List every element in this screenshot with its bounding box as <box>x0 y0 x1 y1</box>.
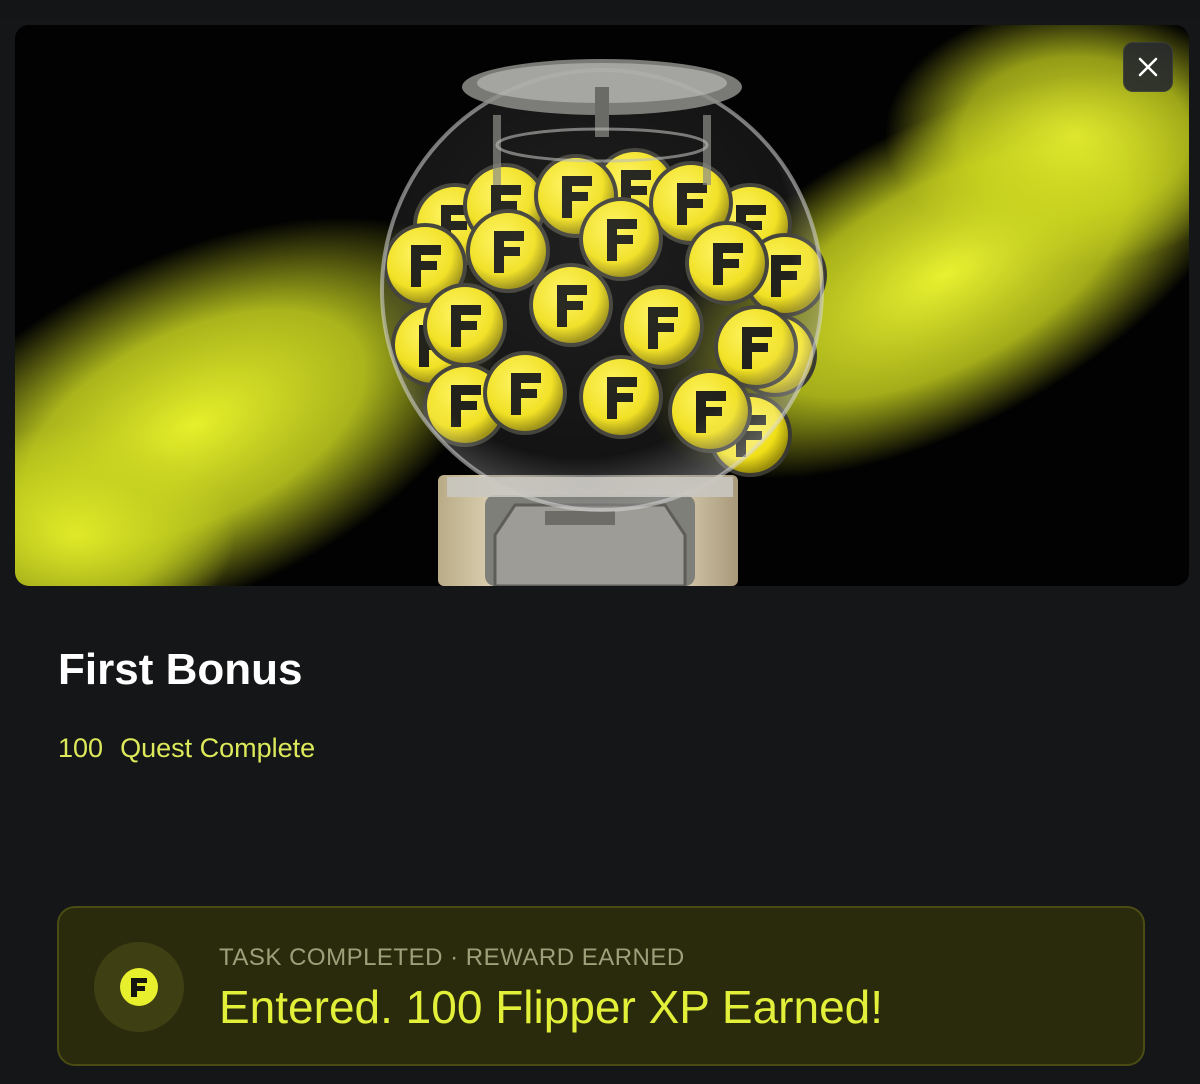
flipper-f-logo-icon <box>120 968 158 1006</box>
hero-image <box>15 25 1189 586</box>
quest-amount: 100 <box>58 733 104 763</box>
quest-status: 100 Quest Complete <box>58 733 315 764</box>
close-button[interactable] <box>1123 42 1173 92</box>
top-strip <box>0 0 1200 18</box>
close-icon <box>1138 57 1158 77</box>
quest-status-label: Quest Complete <box>120 733 316 763</box>
page-title: First Bonus <box>58 645 303 694</box>
reward-card: TASK COMPLETED · REWARD EARNED Entered. … <box>57 906 1145 1066</box>
reward-message: Entered. 100 Flipper XP Earned! <box>219 981 884 1033</box>
quest-modal: First Bonus 100 Quest Complete TASK COMP… <box>0 0 1200 1084</box>
reward-icon-badge <box>94 942 184 1032</box>
reward-caption: TASK COMPLETED · REWARD EARNED <box>219 944 685 971</box>
